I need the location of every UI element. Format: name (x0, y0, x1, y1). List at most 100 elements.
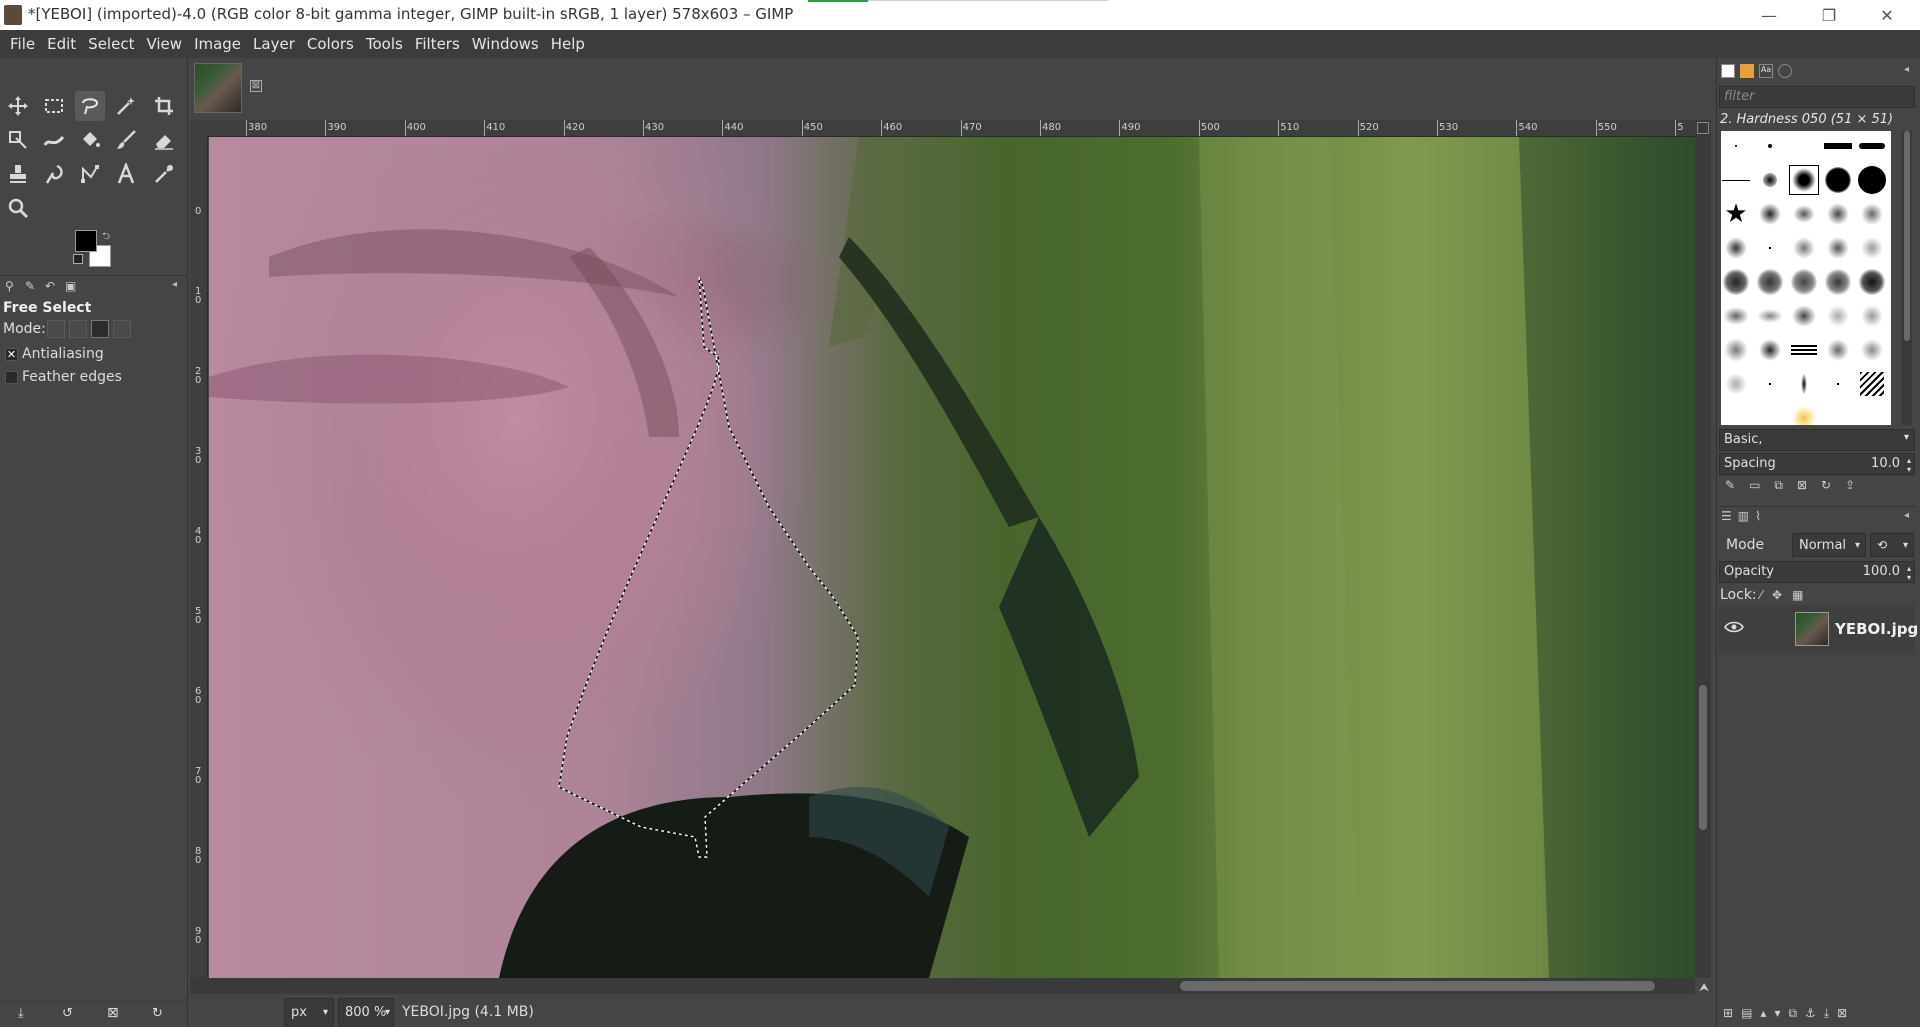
layers-tab-icon[interactable]: ☰ (1721, 509, 1732, 523)
brush-charcoal-icon[interactable] (1827, 237, 1849, 259)
save-options-icon[interactable]: ⤓ (18, 1006, 24, 1021)
eraser-tool-icon[interactable] (149, 125, 179, 155)
brush-splatter-icon[interactable] (1759, 203, 1781, 225)
lock-alpha-icon[interactable]: ▦ (1792, 588, 1803, 602)
brush-rough-icon[interactable] (1825, 269, 1851, 295)
brush-fur-icon[interactable] (1861, 339, 1883, 361)
text-tool-icon[interactable] (111, 159, 141, 189)
brush-hardness-075-icon[interactable] (1825, 167, 1851, 193)
restore-options-icon[interactable]: ↺ (62, 1006, 73, 1021)
dock-menu-icon[interactable]: ◂ (1904, 64, 1909, 75)
patterns-tab-icon[interactable] (1740, 64, 1754, 78)
menu-tools[interactable]: Tools (360, 35, 409, 53)
brush-wash-icon[interactable] (1723, 307, 1749, 325)
brush-tiny-icon[interactable] (1837, 383, 1839, 385)
paths-tool-icon[interactable] (75, 159, 105, 189)
menu-windows[interactable]: Windows (466, 35, 545, 53)
unit-select[interactable]: px ▾ (284, 998, 334, 1026)
brush-texture-icon[interactable] (1793, 205, 1815, 223)
layer-mode-switch[interactable]: ⟲ ▾ (1870, 533, 1914, 557)
image-tab-thumbnail[interactable] (194, 63, 242, 113)
lock-position-icon[interactable]: ✥ (1772, 588, 1782, 602)
brush-filter-input[interactable]: filter (1719, 86, 1915, 108)
brush-noise-icon[interactable] (1724, 338, 1748, 362)
brush-grunge-icon[interactable] (1725, 237, 1747, 259)
brush-star-icon[interactable]: ★ (1721, 199, 1751, 229)
brush-hairline-icon[interactable] (1722, 179, 1750, 181)
menu-edit[interactable]: Edit (41, 35, 82, 53)
brush-scroll-thumb[interactable] (1904, 131, 1910, 341)
brush-pixel-icon[interactable] (1735, 145, 1737, 147)
brush-ink-icon[interactable] (1759, 339, 1781, 361)
new-layer-icon[interactable]: ⊞ (1723, 1006, 1733, 1020)
menu-select[interactable]: Select (82, 35, 140, 53)
fonts-tab-icon[interactable]: Aa (1759, 64, 1773, 78)
brush-pencil-texture-icon[interactable] (1723, 269, 1749, 295)
brush-sand-icon[interactable] (1725, 373, 1747, 395)
merge-layer-icon[interactable]: ⤓ (1824, 1006, 1829, 1021)
image-canvas[interactable] (209, 137, 1695, 978)
zoom-to-fit-icon[interactable] (1697, 122, 1709, 134)
vertical-ruler[interactable]: 0 1 0 2 0 3 0 4 0 5 0 6 0 7 0 8 0 9 0 (190, 137, 208, 978)
delete-options-icon[interactable]: ⊠ (107, 1005, 119, 1021)
brush-hardness-100-icon[interactable] (1858, 166, 1886, 194)
brush-dot-icon[interactable] (1769, 247, 1771, 249)
brush-acrylic-icon[interactable] (1861, 237, 1883, 259)
mode-add-button[interactable] (69, 320, 87, 338)
menu-colors[interactable]: Colors (301, 35, 360, 53)
clone-tool-icon[interactable] (3, 159, 33, 189)
layer-thumbnail[interactable] (1795, 612, 1829, 646)
brush-branch-icon[interactable] (1861, 305, 1883, 327)
new-brush-icon[interactable]: ▭ (1749, 478, 1760, 498)
unified-transform-tool-icon[interactable] (3, 125, 33, 155)
rect-select-tool-icon[interactable] (39, 91, 69, 121)
menu-help[interactable]: Help (545, 35, 591, 53)
color-picker-tool-icon[interactable] (149, 159, 179, 189)
open-brush-folder-icon[interactable]: ⇪ (1845, 478, 1855, 498)
paths-tab-icon[interactable]: ⌇ (1755, 509, 1761, 523)
undo-history-tab-icon[interactable]: ↶ (45, 279, 59, 293)
brush-stamp-icon[interactable] (1859, 269, 1885, 295)
brush-diagonal-icon[interactable] (1860, 372, 1884, 396)
lower-layer-icon[interactable]: ▾ (1774, 1006, 1780, 1020)
brush-vertical-stroke-icon[interactable] (1801, 373, 1807, 395)
eye-icon[interactable] (1724, 620, 1744, 636)
move-tool-icon[interactable] (3, 91, 33, 121)
horizontal-scroll-thumb[interactable] (1180, 981, 1655, 991)
brush-soft-small-icon[interactable] (1763, 173, 1777, 187)
minimize-button[interactable]: — (1740, 0, 1798, 30)
brush-oil-icon[interactable] (1757, 269, 1783, 295)
zoom-tool-icon[interactable] (3, 193, 33, 223)
brush-smear-icon[interactable] (1757, 309, 1783, 323)
fuzzy-select-tool-icon[interactable] (111, 91, 141, 121)
brush-vegetation-icon[interactable] (1792, 305, 1816, 327)
brush-hardness-050-icon[interactable] (1792, 168, 1816, 192)
layer-opacity-control[interactable]: Opacity 100.0 ▴ ▾ (1719, 561, 1915, 583)
close-image-tab-icon[interactable]: ⊠ (250, 80, 262, 92)
channels-tab-icon[interactable]: ▥ (1738, 509, 1749, 523)
brush-bristle-icon[interactable] (1791, 269, 1817, 295)
brush-grid[interactable]: ★ (1721, 131, 1891, 425)
images-tab-icon[interactable]: ▣ (65, 279, 79, 293)
duplicate-brush-icon[interactable]: ⧉ (1774, 478, 1783, 498)
brush-spacing-control[interactable]: Spacing 10.0 ▴ ▾ (1719, 453, 1915, 475)
brushes-tab-icon[interactable] (1721, 64, 1735, 78)
crop-tool-icon[interactable] (149, 91, 179, 121)
dock-menu-icon[interactable]: ◂ (1904, 510, 1909, 521)
horizontal-ruler[interactable]: 380 390 400 410 420 430 440 450 460 470 480 490 500 5… (208, 120, 1695, 137)
feather-edges-checkbox[interactable] (5, 371, 18, 384)
brush-cloud-icon[interactable] (1827, 203, 1849, 225)
brush-hatch-icon[interactable] (1827, 339, 1849, 361)
tool-options-tab-icon[interactable]: ⚲ (5, 279, 19, 293)
layer-mode-select[interactable]: Normal ▾ (1792, 533, 1866, 557)
menu-layer[interactable]: Layer (247, 35, 301, 53)
mode-replace-button[interactable] (47, 320, 65, 338)
brush-line-icon[interactable] (1859, 143, 1885, 149)
close-window-button[interactable]: ✕ (1858, 0, 1916, 30)
edit-brush-icon[interactable]: ✎ (1725, 478, 1735, 498)
refresh-brushes-icon[interactable]: ↻ (1821, 478, 1831, 498)
device-status-tab-icon[interactable]: ✎ (25, 279, 39, 293)
vertical-scrollbar[interactable] (1695, 120, 1711, 978)
mode-subtract-button[interactable] (91, 320, 109, 338)
bucket-fill-tool-icon[interactable] (75, 125, 105, 155)
